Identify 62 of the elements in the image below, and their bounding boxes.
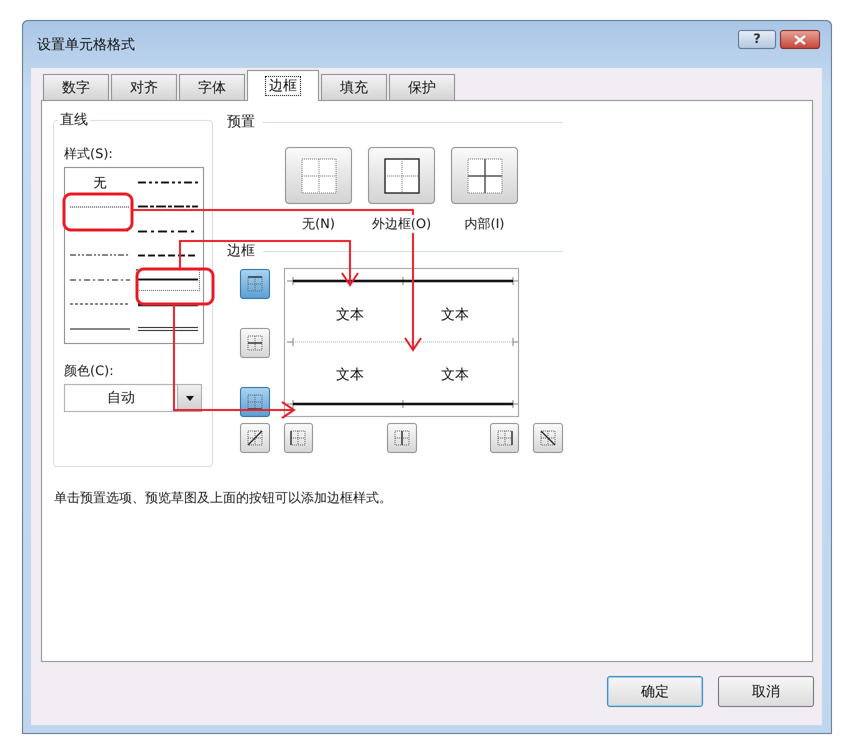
border-grid-icon xyxy=(392,429,411,447)
tab[interactable]: 保护 xyxy=(389,74,455,100)
line-style-icon xyxy=(138,278,198,282)
preview-text: 文本 xyxy=(336,367,364,383)
line-style-option[interactable] xyxy=(136,268,200,292)
border-grid-icon xyxy=(246,334,264,352)
tab[interactable]: 字体 xyxy=(179,74,245,100)
line-style-icon xyxy=(138,302,198,307)
close-icon xyxy=(793,34,807,44)
dropdown-arrow-icon xyxy=(186,396,194,400)
border-grid-icon xyxy=(496,429,514,447)
dialog-button[interactable]: 取消 xyxy=(718,676,814,707)
color-label: 颜色(C): xyxy=(64,363,115,380)
border-toggle-button[interactable] xyxy=(533,423,563,453)
preset-label: 无(N) xyxy=(301,215,336,233)
group-label: 直线 xyxy=(59,111,89,129)
line-style-icon xyxy=(138,254,198,257)
line-style-icon xyxy=(70,206,130,208)
grid-icon xyxy=(464,156,504,196)
tab[interactable]: 数字 xyxy=(43,74,109,100)
dialog-button[interactable]: 确定 xyxy=(607,676,703,707)
section-label: 边框 xyxy=(227,242,255,260)
line-style-icon xyxy=(70,303,130,306)
hint-text: 单击预置选项、预览草图及上面的按钮可以添加边框样式。 xyxy=(54,490,393,507)
border-grid-icon xyxy=(539,429,558,447)
border-toggle-button[interactable] xyxy=(284,423,314,453)
section-label: 预置 xyxy=(227,113,255,131)
border-grid-icon xyxy=(246,275,264,293)
border-toggle-button[interactable] xyxy=(240,328,270,358)
color-dropdown[interactable]: 自动 xyxy=(64,384,202,412)
border-toggle-button[interactable] xyxy=(240,423,270,453)
grid-icon xyxy=(298,156,338,196)
preset-button[interactable] xyxy=(368,147,435,204)
line-style-icon xyxy=(138,205,198,208)
border-toggle-button[interactable] xyxy=(490,423,520,453)
preset-label: 外边框(O) xyxy=(370,215,432,233)
line-style-icon xyxy=(70,254,130,256)
preview-text: 文本 xyxy=(441,367,469,383)
border-toggle-button[interactable] xyxy=(240,269,270,299)
highlight-frame xyxy=(62,192,134,232)
preset-label: 内部(I) xyxy=(464,215,506,233)
window-title: 设置单元格格式 xyxy=(37,36,135,54)
tab[interactable]: 对齐 xyxy=(111,74,177,100)
line-style-icon xyxy=(70,328,130,330)
line-style-icon xyxy=(138,180,198,184)
line-style-option[interactable]: 无 xyxy=(68,171,132,194)
line-style-icon xyxy=(70,278,130,281)
close-button[interactable] xyxy=(780,30,820,49)
style-label: 样式(S): xyxy=(64,146,114,163)
border-grid-icon xyxy=(246,393,264,411)
tab[interactable]: 边框 xyxy=(247,70,319,101)
preview-text: 文本 xyxy=(336,307,364,323)
border-grid-icon xyxy=(246,429,264,447)
grid-icon xyxy=(382,156,422,196)
border-grid-icon xyxy=(289,429,308,447)
border-preview[interactable]: 文本 文本 文本 文本 xyxy=(284,268,519,417)
tab[interactable]: 填充 xyxy=(321,74,387,100)
double-line-icon xyxy=(138,326,198,332)
preview-text: 文本 xyxy=(441,307,469,323)
border-toggle-button[interactable] xyxy=(240,387,270,417)
help-button[interactable]: ? xyxy=(738,30,776,49)
border-toggle-button[interactable] xyxy=(387,423,417,453)
